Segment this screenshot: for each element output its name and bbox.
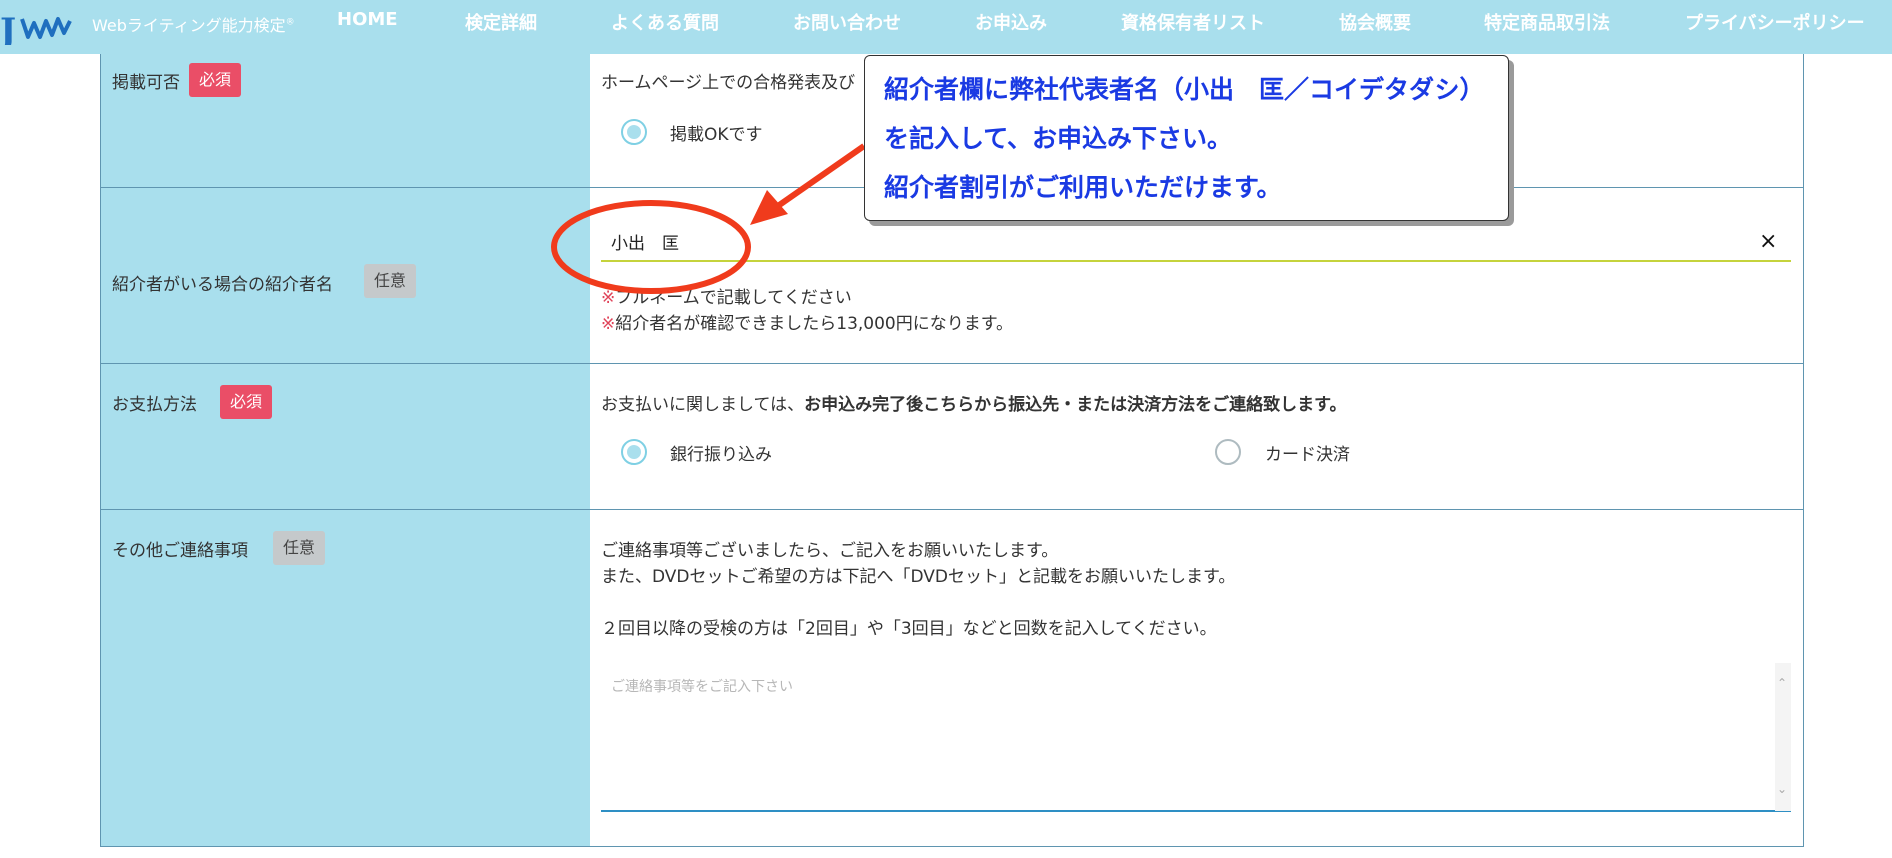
top-navigation: J Webライティング能力検定® HOME 検定詳細 よくある質問 お問い合わせ… <box>0 0 1892 54</box>
publish-ok-radio[interactable] <box>621 119 647 145</box>
note-text: 紹介者名が確認できましたら13,000円になります。 <box>615 314 1014 334</box>
value-cell: ご連絡事項等ございましたら、ご記入をお願いいたします。 また、DVDセットご希望… <box>590 510 1803 846</box>
publish-description: ホームページ上での合格発表及び <box>601 73 856 93</box>
callout-line-1: 紹介者欄に弊社代表者名（小出 匡／コイデタダシ） <box>884 75 1485 104</box>
form-row-other: その他ご連絡事項 任意 ご連絡事項等ございましたら、ご記入をお願いいたします。 … <box>101 510 1803 846</box>
annotation-callout: 紹介者欄に弊社代表者名（小出 匡／コイデタダシ） を記入して、お申込み下さい。 … <box>864 55 1509 221</box>
nav-privacy-policy[interactable]: プライバシーポリシー <box>1685 9 1865 35</box>
card-payment-radio[interactable] <box>1215 439 1241 465</box>
note-text: フルネームで記載してください <box>615 288 852 308</box>
other-notes-textarea[interactable] <box>601 662 1791 812</box>
referrer-note-discount: ※紹介者名が確認できましたら13,000円になります。 <box>601 309 1013 334</box>
note-mark: ※ <box>601 288 616 308</box>
callout-line-2: を記入して、お申込み下さい。 <box>884 124 1233 153</box>
label-cell: 掲載可否 必須 <box>101 54 590 187</box>
payment-description-plain: お支払いに関しましては、 <box>601 395 805 415</box>
publish-ok-label[interactable]: 掲載OKです <box>670 120 763 145</box>
optional-badge: 任意 <box>273 531 326 565</box>
label-cell: その他ご連絡事項 任意 <box>101 510 590 846</box>
site-name-text: Webライティング能力検定 <box>92 16 286 35</box>
field-label: 紹介者がいる場合の紹介者名 <box>112 275 333 295</box>
nav-faq[interactable]: よくある質問 <box>611 9 719 35</box>
required-badge: 必須 <box>189 63 242 97</box>
clear-icon[interactable]: × <box>1759 231 1777 253</box>
card-payment-label[interactable]: カード決済 <box>1265 440 1350 465</box>
jwma-logo[interactable]: J <box>0 9 80 45</box>
bank-transfer-label[interactable]: 銀行振り込み <box>670 440 772 465</box>
other-instruction-3: ２回目以降の受検の方は「2回目」や「3回目」などと回数を記入してください。 <box>601 619 1217 639</box>
nav-commercial-law[interactable]: 特定商品取引法 <box>1484 9 1610 35</box>
site-name[interactable]: Webライティング能力検定® <box>92 12 295 36</box>
required-badge: 必須 <box>220 385 273 419</box>
nav-apply[interactable]: お申込み <box>975 9 1047 35</box>
label-cell: 紹介者がいる場合の紹介者名 任意 <box>101 188 590 363</box>
other-instruction-2: また、DVDセットご希望の方は下記へ「DVDセット」と記載をお願いいたします。 <box>601 567 1236 587</box>
scroll-down-icon[interactable]: ⌄ <box>1777 783 1787 795</box>
nav-exam-details[interactable]: 検定詳細 <box>465 9 537 35</box>
referrer-name-input[interactable] <box>601 222 1791 262</box>
scroll-up-icon[interactable]: ⌃ <box>1777 677 1787 689</box>
logo-initial: J <box>0 11 16 45</box>
other-instruction-1: ご連絡事項等ございましたら、ご記入をお願いいたします。 <box>601 541 1059 561</box>
value-cell: お支払いに関しましては、お申込み完了後こちらから振込先・または決済方法をご連絡致… <box>590 364 1803 509</box>
nav-home[interactable]: HOME <box>337 9 398 30</box>
form-row-payment: お支払方法 必須 お支払いに関しましては、お申込み完了後こちらから振込先・または… <box>101 364 1803 510</box>
field-label: 掲載可否 <box>112 73 180 93</box>
nav-certified-list[interactable]: 資格保有者リスト <box>1121 9 1265 35</box>
field-label: お支払方法 <box>112 395 197 415</box>
note-mark: ※ <box>601 314 616 334</box>
optional-badge: 任意 <box>364 264 417 298</box>
registered-mark: ® <box>285 17 295 28</box>
nav-contact[interactable]: お問い合わせ <box>793 9 901 35</box>
payment-description-bold: お申込み完了後こちらから振込先・または決済方法をご連絡致します。 <box>804 395 1347 415</box>
referrer-note-fullname: ※フルネームで記載してください <box>601 283 852 308</box>
bank-transfer-radio[interactable] <box>621 439 647 465</box>
callout-line-3: 紹介者割引がご利用いただけます。 <box>884 173 1282 202</box>
payment-description: お支払いに関しましては、お申込み完了後こちらから振込先・または決済方法をご連絡致… <box>601 390 1346 415</box>
textarea-scrollbar[interactable]: ⌃ ⌄ <box>1775 663 1791 811</box>
nav-association[interactable]: 協会概要 <box>1339 9 1411 35</box>
field-label: その他ご連絡事項 <box>112 541 248 561</box>
label-cell: お支払方法 必須 <box>101 364 590 509</box>
